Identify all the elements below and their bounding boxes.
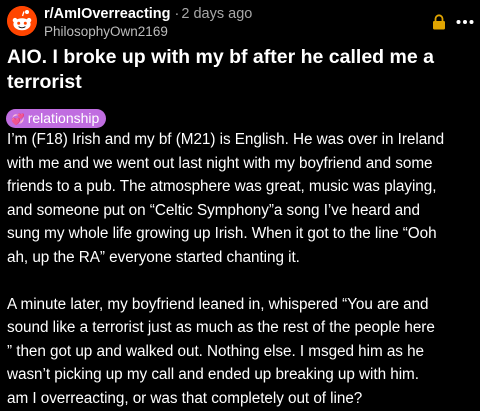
subreddit-link[interactable]: r/AmIOverreacting bbox=[44, 6, 171, 22]
separator-dot: · bbox=[174, 6, 180, 22]
author-username[interactable]: PhilosophyOwn2169 bbox=[44, 24, 168, 40]
body-paragraph-1: I’m (F18) Irish and my bf (M21) is Engli… bbox=[7, 131, 445, 266]
subreddit-row: r/AmIOverreacting · 2 days ago bbox=[44, 6, 252, 23]
flair-label: relationship bbox=[27, 110, 100, 126]
body-paragraph-2: A minute later, my boyfriend leaned in, … bbox=[7, 295, 435, 407]
post-timestamp: 2 days ago bbox=[181, 6, 253, 22]
reddit-snoo-icon[interactable] bbox=[7, 6, 37, 36]
reddit-post: r/AmIOverreacting · 2 days ago PhilosophyO… bbox=[0, 0, 480, 407]
flair-badge[interactable]: 💞 relationship bbox=[6, 109, 107, 128]
heart-emoji-icon: 💞 bbox=[11, 114, 25, 126]
post-header: r/AmIOverreacting · 2 days ago PhilosophyO… bbox=[7, 3, 475, 41]
post-title[interactable]: AIO. I broke up with my bf after he call… bbox=[7, 45, 473, 95]
post-body: I’m (F18) Irish and my bf (M21) is Engli… bbox=[7, 128, 477, 411]
more-options-icon[interactable] bbox=[455, 15, 475, 29]
lock-icon bbox=[433, 14, 445, 30]
snoo-graphic bbox=[7, 6, 37, 36]
